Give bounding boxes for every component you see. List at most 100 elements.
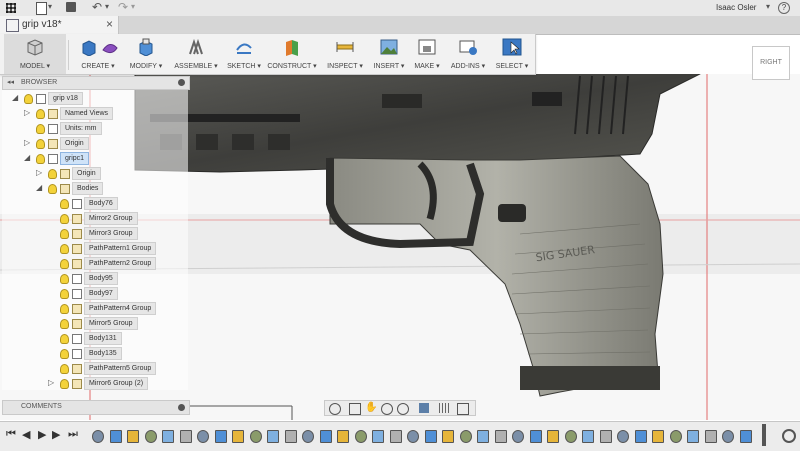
zoom-icon[interactable] (381, 403, 393, 415)
browser-tree-label[interactable]: Body131 (84, 332, 122, 345)
browser-tree-row[interactable]: PathPattern4 Group (2, 302, 188, 315)
timeline-previous-icon[interactable]: ◀ (22, 428, 30, 441)
visibility-bulb-icon[interactable] (60, 379, 69, 389)
browser-tree-label[interactable]: Body135 (84, 347, 122, 360)
timeline-feature-icon[interactable] (477, 430, 489, 443)
timeline-start-icon[interactable]: ⏮ (6, 428, 16, 441)
browser-pin-icon[interactable] (178, 79, 185, 86)
browser-header[interactable]: ◂◂ BROWSER (2, 76, 190, 90)
timeline-feature-icon[interactable] (249, 430, 262, 443)
browser-tree-row[interactable]: Body95 (2, 272, 188, 285)
viewports-icon[interactable] (457, 403, 469, 415)
browser-tree-label[interactable]: Origin (72, 167, 101, 180)
visibility-bulb-icon[interactable] (60, 244, 69, 254)
viewcube[interactable]: RIGHT (752, 46, 790, 80)
visibility-bulb-icon[interactable] (60, 319, 69, 329)
browser-tree-row[interactable]: Body97 (2, 287, 188, 300)
browser-tree-row[interactable]: ▷ Named Views (2, 107, 188, 120)
timeline-feature-icon[interactable] (564, 430, 577, 443)
visibility-bulb-icon[interactable] (60, 304, 69, 314)
timeline-feature-icon[interactable] (494, 430, 507, 443)
browser-tree-row[interactable]: Body135 (2, 347, 188, 360)
redo-chevron-icon[interactable]: ▾ (131, 2, 135, 11)
visibility-bulb-icon[interactable] (60, 229, 69, 239)
visibility-bulb-icon[interactable] (60, 199, 69, 209)
pan-icon[interactable]: ✋ (365, 403, 377, 413)
browser-tree-label[interactable]: Body76 (84, 197, 118, 210)
browser-tree-label[interactable]: Bodies (72, 182, 104, 195)
visibility-bulb-icon[interactable] (60, 349, 69, 359)
timeline-feature-icon[interactable] (442, 430, 454, 443)
timeline-feature-icon[interactable] (547, 430, 559, 443)
browser-tree-label[interactable]: Named Views (60, 107, 114, 120)
timeline-play-icon[interactable]: ▶ (38, 428, 46, 441)
comments-panel[interactable]: COMMENTS (2, 400, 190, 415)
browser-tree-row[interactable]: Mirror2 Group (2, 212, 188, 225)
visibility-bulb-icon[interactable] (60, 214, 69, 224)
browser-tree-label[interactable]: PathPattern2 Group (84, 257, 157, 270)
browser-tree-row[interactable]: Body76 (2, 197, 188, 210)
expand-arrow-icon[interactable]: ▷ (24, 138, 30, 147)
timeline-feature-icon[interactable] (669, 430, 682, 443)
browser-tree-label[interactable]: PathPattern5 Group (84, 362, 157, 375)
timeline-next-icon[interactable]: ▶ (52, 428, 60, 441)
save-icon[interactable] (66, 2, 76, 12)
timeline-feature-icon[interactable] (704, 430, 717, 443)
timeline-feature-icon[interactable] (459, 430, 472, 443)
timeline-feature-icon[interactable] (214, 430, 227, 443)
timeline-feature-icon[interactable] (687, 430, 699, 443)
timeline-feature-icon[interactable] (127, 430, 139, 443)
expand-arrow-icon[interactable]: ◢ (12, 93, 18, 102)
timeline-feature-icon[interactable] (284, 430, 297, 443)
timeline-feature-icon[interactable] (739, 430, 752, 443)
undo-icon[interactable]: ↶ (92, 0, 102, 14)
browser-tree-label[interactable]: Mirror2 Group (84, 212, 138, 225)
timeline-feature-icon[interactable] (617, 430, 629, 443)
timeline-feature-icon[interactable] (582, 430, 594, 443)
browser-tree-row[interactable]: PathPattern1 Group (2, 242, 188, 255)
timeline-feature-icon[interactable] (634, 430, 647, 443)
timeline-feature-icon[interactable] (232, 430, 244, 443)
timeline-feature-icon[interactable] (652, 430, 664, 443)
browser-tree-label[interactable]: PathPattern4 Group (84, 302, 157, 315)
undo-chevron-icon[interactable]: ▾ (105, 2, 109, 11)
timeline-feature-icon[interactable] (144, 430, 157, 443)
expand-arrow-icon[interactable]: ▷ (24, 108, 30, 117)
expand-arrow-icon[interactable]: ◢ (24, 153, 30, 162)
construct-menu-button[interactable]: CONSTRUCT ▾ (266, 34, 318, 74)
timeline-feature-icon[interactable] (162, 430, 174, 443)
comments-add-icon[interactable] (178, 404, 185, 411)
browser-tree-row[interactable]: Units: mm (2, 122, 188, 135)
browser-tree-row[interactable]: ◢ gripc1 (2, 152, 188, 165)
redo-icon[interactable]: ↷ (118, 0, 128, 14)
visibility-bulb-icon[interactable] (60, 259, 69, 269)
visibility-bulb-icon[interactable] (36, 109, 45, 119)
grid-menu-icon[interactable] (6, 3, 16, 13)
timeline-feature-icon[interactable] (92, 430, 104, 443)
timeline-feature-icon[interactable] (337, 430, 349, 443)
browser-tree-row[interactable]: ◢ Bodies (2, 182, 188, 195)
visibility-bulb-icon[interactable] (60, 274, 69, 284)
browser-tree-label[interactable]: Mirror5 Group (84, 317, 138, 330)
browser-tree-label[interactable]: Body95 (84, 272, 118, 285)
timeline-end-icon[interactable]: ⏭ (68, 428, 78, 441)
modify-menu-button[interactable]: MODIFY ▾ (126, 34, 166, 74)
expand-arrow-icon[interactable]: ▷ (48, 378, 54, 387)
browser-tree-label[interactable]: Units: mm (60, 122, 102, 135)
select-menu-button[interactable]: SELECT ▾ (492, 34, 532, 74)
assemble-menu-button[interactable]: ASSEMBLE ▾ (170, 34, 222, 74)
browser-tree-label[interactable]: gripc1 (60, 152, 90, 165)
browser-tree-row[interactable]: Mirror5 Group (2, 317, 188, 330)
timeline-feature-icon[interactable] (109, 430, 122, 443)
browser-tree-row[interactable]: Mirror3 Group (2, 227, 188, 240)
browser-tree-label[interactable]: PathPattern1 Group (84, 242, 157, 255)
timeline-feature-icon[interactable] (512, 430, 524, 443)
timeline-feature-icon[interactable] (302, 430, 314, 443)
visibility-bulb-icon[interactable] (60, 289, 69, 299)
expand-arrow-icon[interactable]: ▷ (36, 168, 42, 177)
visibility-bulb-icon[interactable] (36, 139, 45, 149)
expand-arrow-icon[interactable]: ◢ (36, 183, 42, 192)
timeline-feature-icon[interactable] (722, 430, 734, 443)
browser-tree-row[interactable]: PathPattern2 Group (2, 257, 188, 270)
visibility-bulb-icon[interactable] (36, 124, 45, 134)
